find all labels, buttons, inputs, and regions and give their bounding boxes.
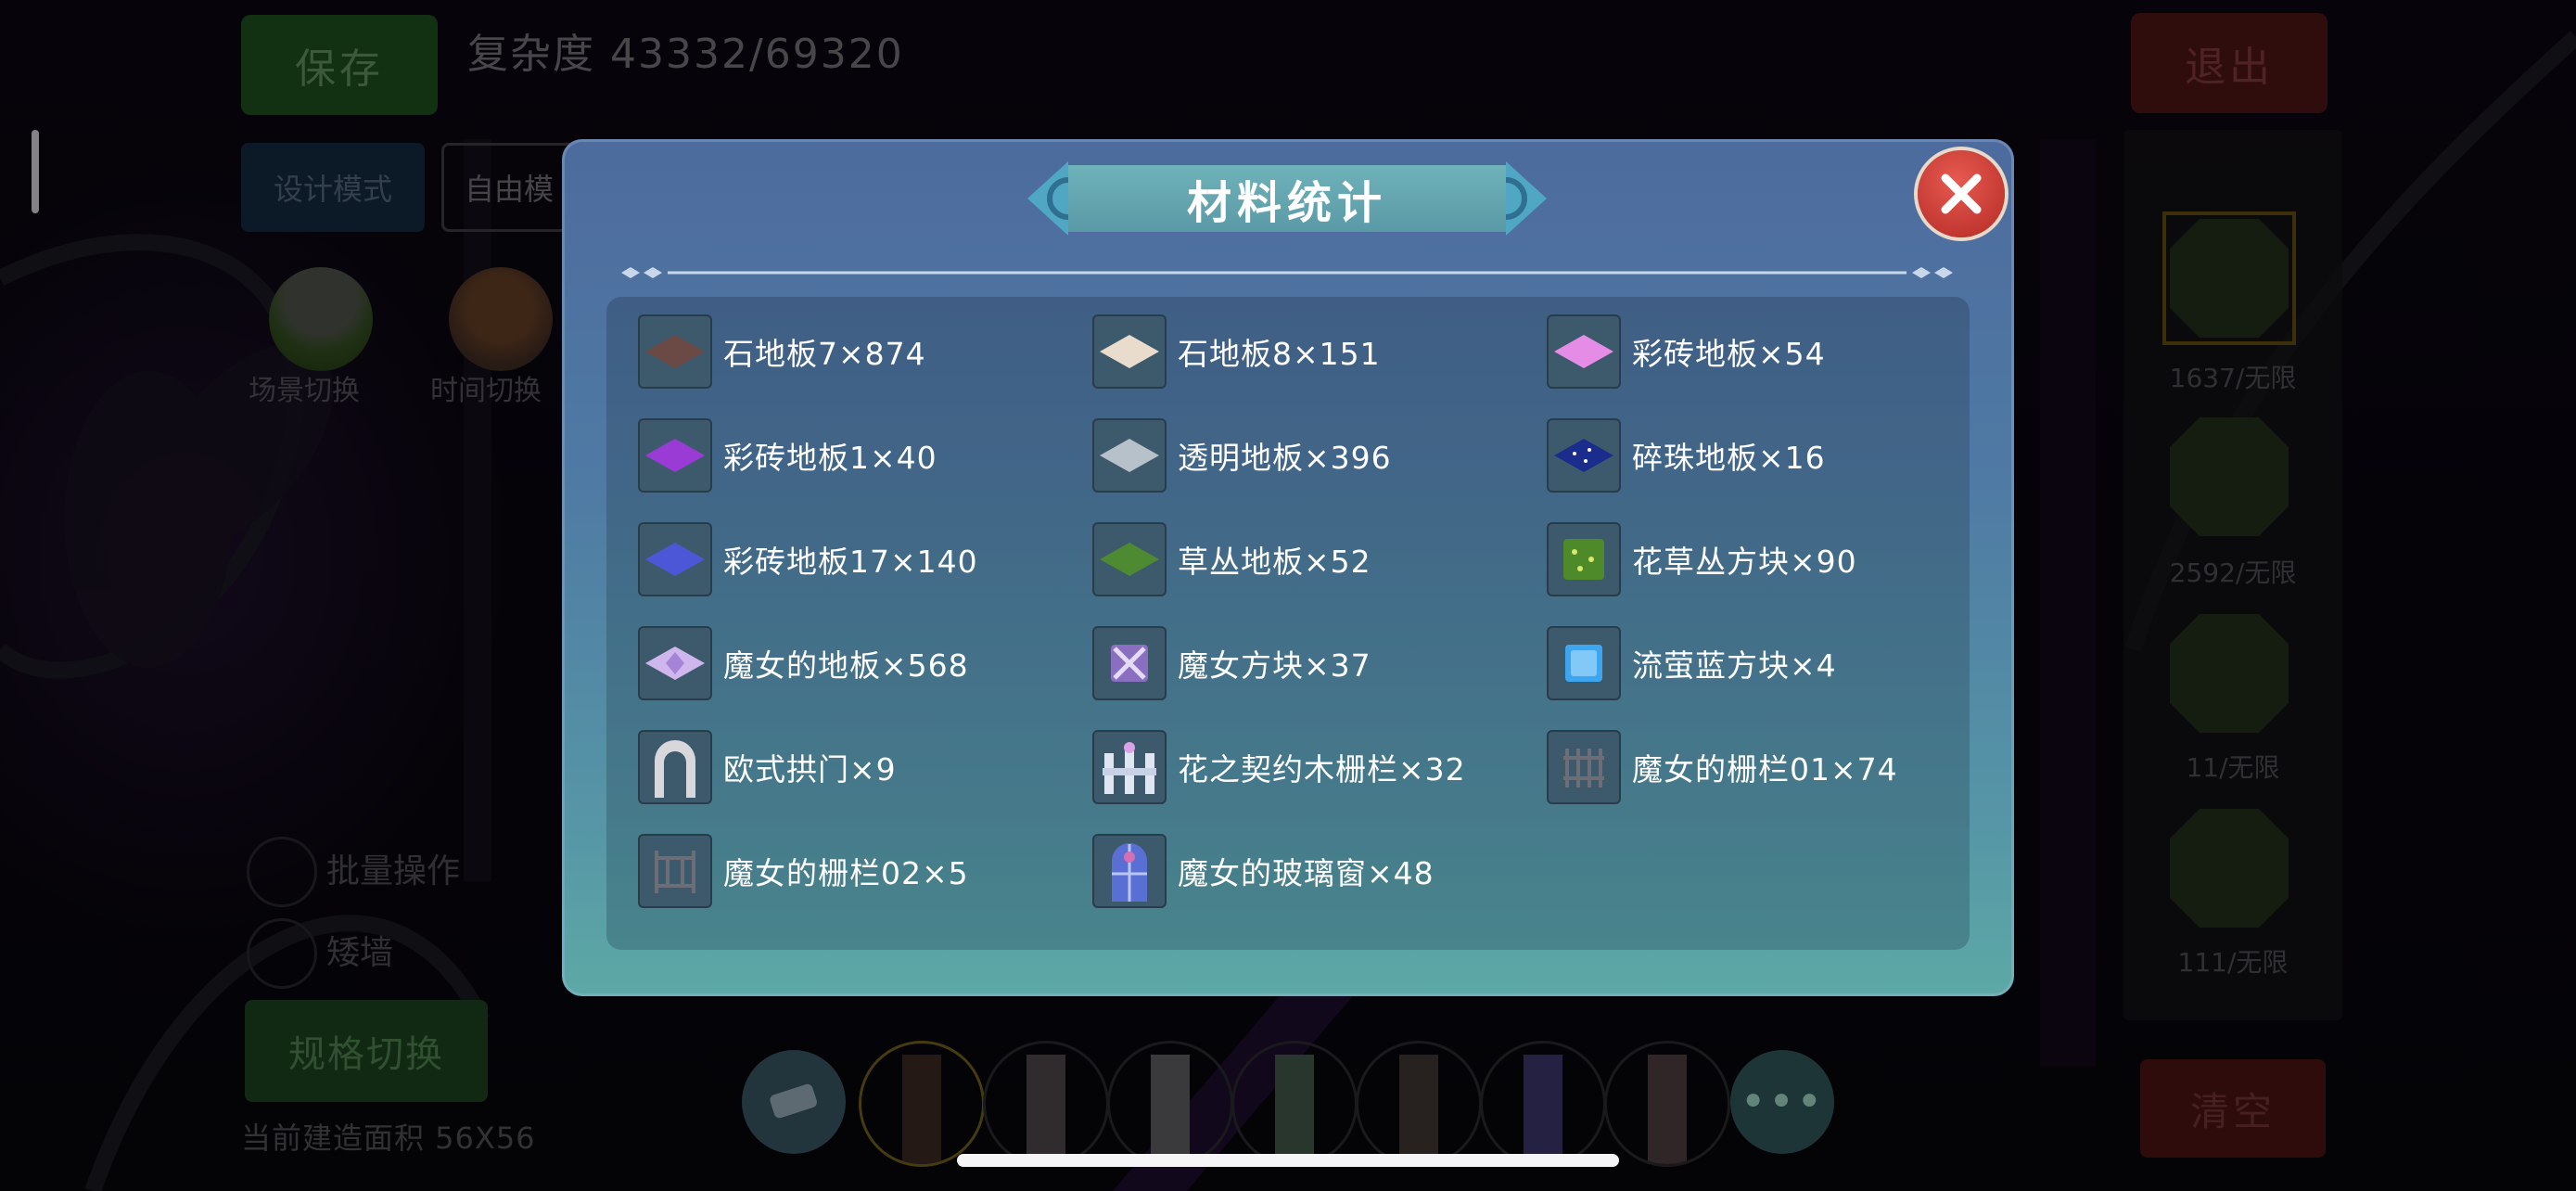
material-item: 魔女的栅栏02×5 <box>638 833 969 909</box>
material-item-label: 透明地板×396 <box>1178 440 1392 476</box>
material-item-label: 魔女的栅栏02×5 <box>723 855 969 891</box>
firefly-blue-block-icon <box>1547 626 1621 700</box>
material-item-label: 魔女的栅栏01×74 <box>1632 751 1898 788</box>
title-divider <box>621 267 1953 278</box>
material-item-label: 流萤蓝方块×4 <box>1632 647 1837 684</box>
material-item: 彩砖地板×54 <box>1547 314 1826 390</box>
material-item: 魔女的栅栏01×74 <box>1547 729 1898 805</box>
material-item: 石地板8×151 <box>1092 314 1381 390</box>
dialog-title: 材料统计 <box>1186 177 1387 229</box>
starry-tile-icon <box>1547 418 1621 493</box>
arch-door-icon <box>638 730 712 804</box>
material-item-label: 花草丛方块×90 <box>1632 544 1857 580</box>
material-item-label: 石地板8×151 <box>1178 336 1381 372</box>
stone-floor-8-icon <box>1092 314 1167 389</box>
material-item: 花草丛方块×90 <box>1547 521 1857 597</box>
witch-glass-window-icon <box>1092 834 1167 908</box>
home-indicator[interactable] <box>957 1154 1619 1167</box>
stone-floor-7-icon <box>638 314 712 389</box>
material-item-label: 魔女方块×37 <box>1178 647 1371 684</box>
material-item: 魔女的玻璃窗×48 <box>1092 833 1435 909</box>
material-item-label: 欧式拱门×9 <box>723 751 897 788</box>
material-item-label: 彩砖地板×54 <box>1632 336 1826 372</box>
flower-bush-block-icon <box>1547 522 1621 596</box>
witch-fence-01-icon <box>1547 730 1621 804</box>
material-item-label: 碎珠地板×16 <box>1632 440 1826 476</box>
material-item-label: 彩砖地板17×140 <box>723 544 978 580</box>
material-item-label: 草丛地板×52 <box>1178 544 1371 580</box>
material-item: 欧式拱门×9 <box>638 729 897 805</box>
material-item: 草丛地板×52 <box>1092 521 1371 597</box>
witch-fence-02-icon <box>638 834 712 908</box>
material-item: 魔女方块×37 <box>1092 625 1371 701</box>
material-item: 魔女的地板×568 <box>638 625 969 701</box>
material-item: 彩砖地板17×140 <box>638 521 978 597</box>
material-item-label: 魔女的玻璃窗×48 <box>1178 855 1435 891</box>
close-icon[interactable] <box>1918 150 2005 237</box>
material-item-label: 花之契约木栅栏×32 <box>1178 751 1466 788</box>
material-item: 透明地板×396 <box>1092 417 1392 493</box>
witch-floor-icon <box>638 626 712 700</box>
material-item-label: 魔女的地板×568 <box>723 647 969 684</box>
material-item: 碎珠地板×16 <box>1547 417 1826 493</box>
flower-fence-icon <box>1092 730 1167 804</box>
material-item: 流萤蓝方块×4 <box>1547 625 1837 701</box>
transparent-tile-icon <box>1092 418 1167 493</box>
material-item-label: 彩砖地板1×40 <box>723 440 937 476</box>
witch-block-icon <box>1092 626 1167 700</box>
material-item: 花之契约木栅栏×32 <box>1092 729 1466 805</box>
blue-tile-icon <box>638 522 712 596</box>
material-item: 石地板7×874 <box>638 314 926 390</box>
material-item: 彩砖地板1×40 <box>638 417 937 493</box>
material-item-label: 石地板7×874 <box>723 336 926 372</box>
purple-tile-icon <box>638 418 712 493</box>
pink-tile-icon <box>1547 314 1621 389</box>
grass-tile-icon <box>1092 522 1167 596</box>
